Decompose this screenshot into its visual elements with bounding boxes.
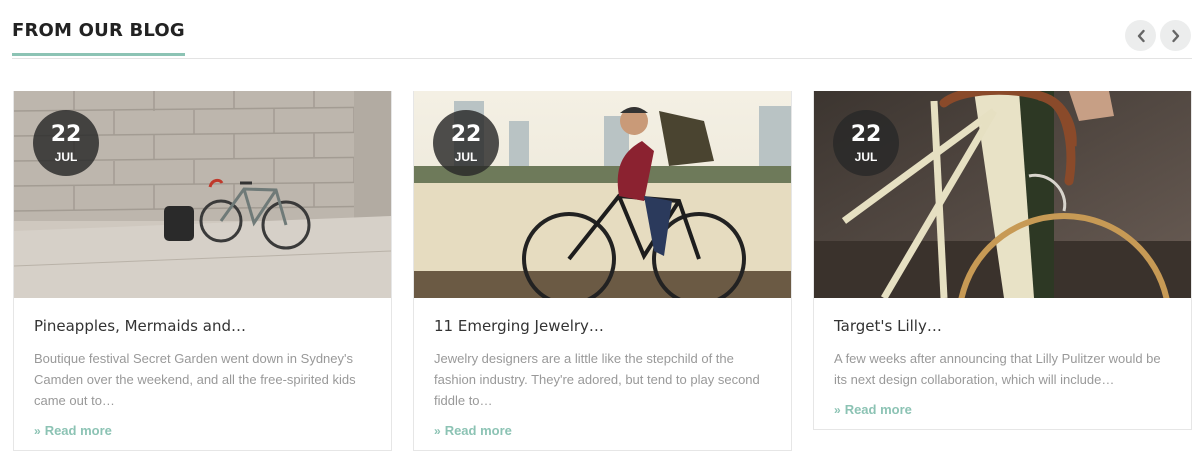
post-thumbnail-cyclist-city[interactable]: 22 JUL xyxy=(414,91,791,298)
post-thumbnail-wall-bicycle[interactable]: 22 JUL xyxy=(14,91,391,298)
carousel-next-button[interactable] xyxy=(1160,20,1191,51)
date-month: JUL xyxy=(854,150,878,164)
header-divider xyxy=(12,58,1192,59)
read-more-label: Read more xyxy=(44,423,112,438)
double-chevron-right-icon: » xyxy=(834,403,841,417)
post-title[interactable]: Target's Lilly… xyxy=(834,317,1171,335)
post-title[interactable]: Pineapples, Mermaids and… xyxy=(34,317,371,335)
chevron-right-icon xyxy=(1171,29,1179,42)
blog-post-card: 22 JUL Pineapples, Mermaids and… Boutiqu… xyxy=(13,91,392,451)
date-month: JUL xyxy=(454,150,478,164)
post-title[interactable]: 11 Emerging Jewelry… xyxy=(434,317,771,335)
date-day: 22 xyxy=(850,122,882,147)
blog-post-card: 22 JUL Target's Lilly… A few weeks after… xyxy=(813,91,1192,430)
double-chevron-right-icon: » xyxy=(34,424,41,438)
carousel-prev-button[interactable] xyxy=(1125,20,1156,51)
section-title: FROM OUR BLOG xyxy=(12,20,185,56)
chevron-left-icon xyxy=(1137,29,1145,42)
date-month: JUL xyxy=(54,150,78,164)
read-more-link[interactable]: » Read more xyxy=(434,423,512,438)
date-day: 22 xyxy=(450,122,482,147)
date-badge: 22 JUL xyxy=(433,110,499,176)
double-chevron-right-icon: » xyxy=(434,424,441,438)
read-more-link[interactable]: » Read more xyxy=(834,402,912,417)
read-more-label: Read more xyxy=(444,423,512,438)
blog-post-card: 22 JUL 11 Emerging Jewelry… Jewelry desi… xyxy=(413,91,792,451)
post-thumbnail-bike-closeup[interactable]: 22 JUL xyxy=(814,91,1191,298)
post-excerpt: Jewelry designers are a little like the … xyxy=(434,351,760,408)
date-badge: 22 JUL xyxy=(33,110,99,176)
date-badge: 22 JUL xyxy=(833,110,899,176)
date-day: 22 xyxy=(50,122,82,147)
read-more-link[interactable]: » Read more xyxy=(34,423,112,438)
post-excerpt: A few weeks after announcing that Lilly … xyxy=(834,351,1161,387)
blog-header: FROM OUR BLOG xyxy=(12,0,1192,60)
read-more-label: Read more xyxy=(844,402,912,417)
post-excerpt: Boutique festival Secret Garden went dow… xyxy=(34,351,356,408)
